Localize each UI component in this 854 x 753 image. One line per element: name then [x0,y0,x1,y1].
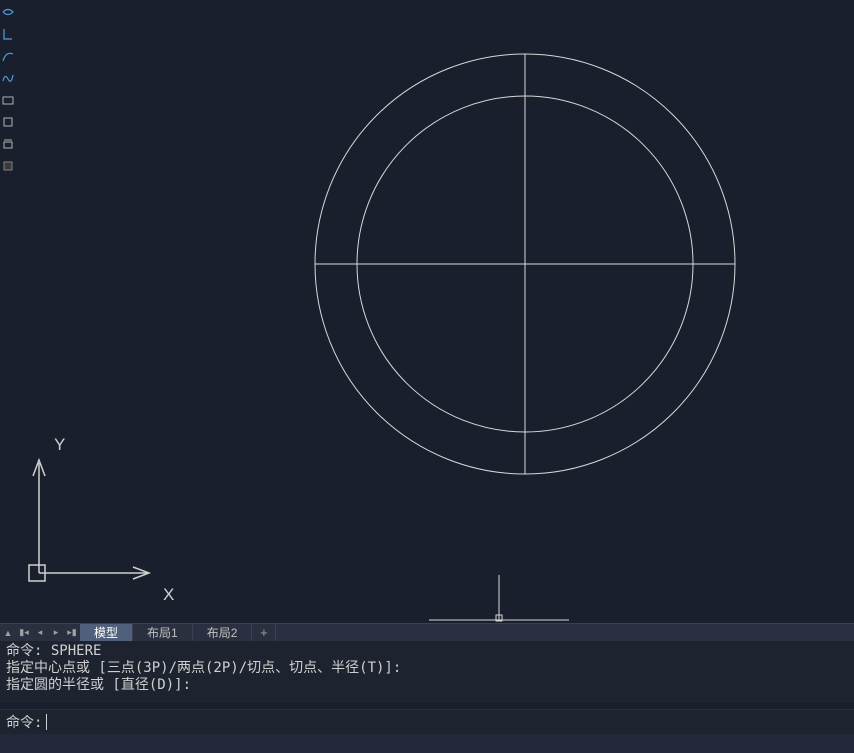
tool-icon-4[interactable] [0,68,16,88]
command-prompt-label: 命令: [6,712,42,732]
tool-icon-8[interactable] [0,156,16,176]
command-history[interactable]: 命令: SPHERE 指定中心点或 [三点(3P)/两点(2P)/切点、切点、半… [0,641,854,703]
tab-add-button[interactable]: + [252,624,276,642]
command-input[interactable] [47,714,848,730]
history-line-3: 指定圆的半径或 [直径(D)]: [6,677,848,694]
drawing-geometry [0,0,854,623]
tool-icon-2[interactable] [0,24,16,44]
tab-model[interactable]: 模型 [80,624,133,642]
ucs-y-label: Y [54,435,65,455]
tab-layout1[interactable]: 布局1 [133,624,193,642]
tool-icon-5[interactable] [0,90,16,110]
tab-nav-prev[interactable]: ◂ [32,625,48,641]
tool-icon-3[interactable] [0,46,16,66]
tool-icon-6[interactable] [0,112,16,132]
ucs-x-label: X [163,585,174,605]
tool-icon-7[interactable] [0,134,16,154]
history-line-2: 指定中心点或 [三点(3P)/两点(2P)/切点、切点、半径(T)]: [6,660,848,677]
tab-layout2[interactable]: 布局2 [193,624,253,642]
status-strip [0,734,854,753]
ucs-icon [25,428,185,608]
tool-icon-1[interactable] [0,2,16,22]
history-line-1: 命令: SPHERE [6,643,848,660]
layout-tabs-bar: ▲ ▮◂ ◂ ▸ ▸▮ 模型 布局1 布局2 + [0,623,854,641]
tab-nav-last[interactable]: ▸▮ [64,625,80,641]
drawing-canvas[interactable]: Y X [0,0,854,623]
left-toolbar [0,0,18,240]
tab-nav-next[interactable]: ▸ [48,625,64,641]
command-input-row: 命令: [0,709,854,734]
tab-nav-up[interactable]: ▲ [0,625,16,641]
tab-nav-first[interactable]: ▮◂ [16,625,32,641]
